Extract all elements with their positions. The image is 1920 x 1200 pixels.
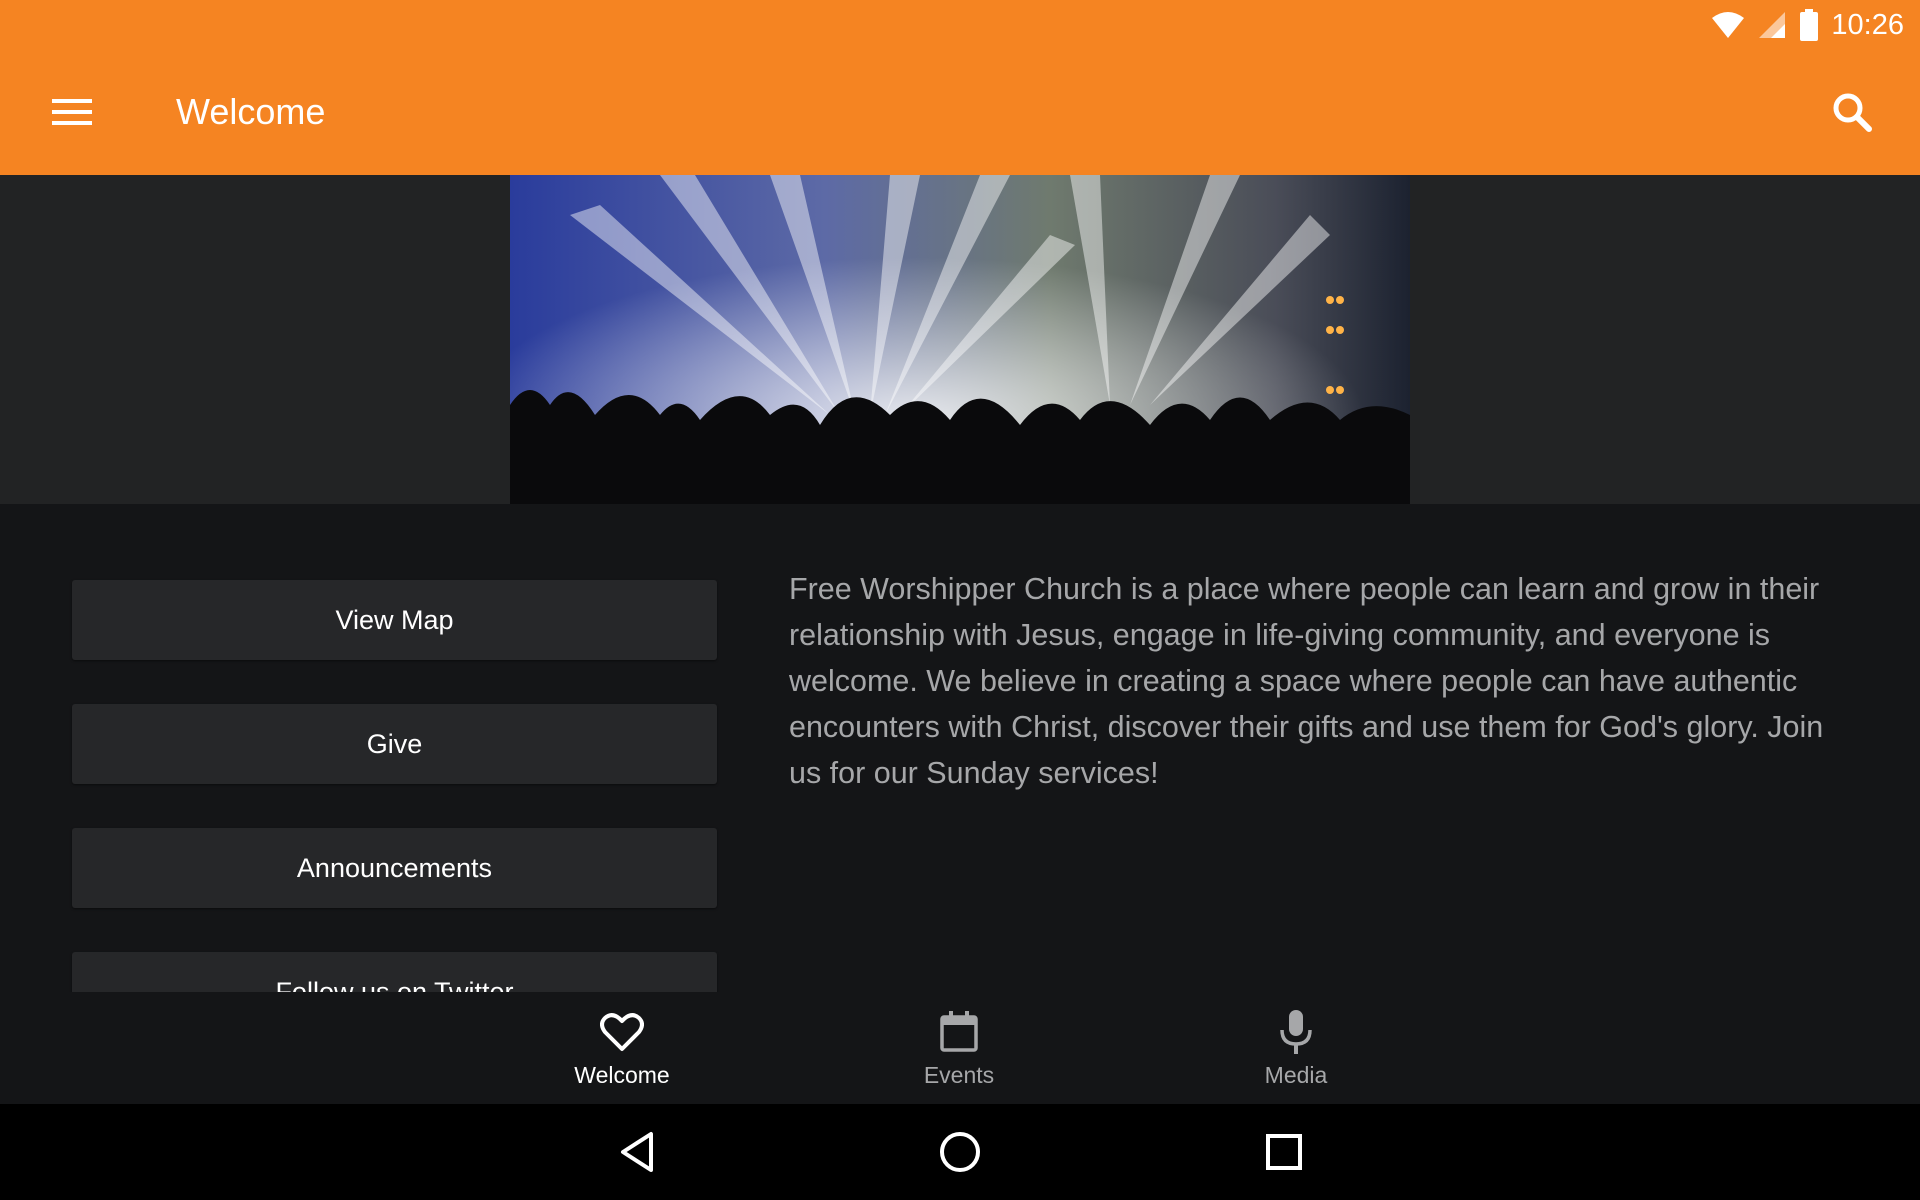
hamburger-menu-button[interactable] [44, 90, 100, 134]
page-title: Welcome [176, 91, 326, 132]
give-button[interactable]: Give [72, 704, 717, 784]
back-icon [621, 1132, 653, 1172]
battery-icon [1800, 9, 1819, 41]
tab-welcome-label: Welcome [574, 1062, 670, 1088]
tab-events-label: Events [923, 1062, 995, 1088]
banner-image [510, 175, 1410, 504]
tab-events[interactable]: Events [859, 992, 1059, 1104]
hamburger-menu-icon [52, 99, 92, 125]
status-time: 10:26 [1831, 8, 1904, 41]
view-map-button[interactable]: View Map [72, 580, 717, 660]
action-button-list: View Map Give Announcements Follow us on… [72, 580, 717, 992]
welcome-content: View Map Give Announcements Follow us on… [0, 504, 1920, 992]
microphone-icon [1280, 1010, 1312, 1054]
app-bar: 10:26 Welcome [0, 0, 1920, 175]
recents-button[interactable] [1258, 1126, 1310, 1178]
tab-media-label: Media [1264, 1062, 1328, 1088]
heart-icon [600, 1013, 644, 1051]
tab-welcome[interactable]: Welcome [522, 992, 722, 1104]
home-button[interactable] [934, 1126, 986, 1178]
recents-icon [1266, 1134, 1302, 1170]
follow-twitter-button[interactable]: Follow us on Twitter [72, 952, 717, 992]
search-button[interactable] [1826, 88, 1878, 136]
bottom-navigation: Welcome Events Media [0, 992, 1920, 1104]
system-navigation-bar [0, 1104, 1920, 1200]
church-description: Free Worshipper Church is a place where … [789, 572, 1824, 790]
calendar-icon [940, 1011, 978, 1052]
tab-media[interactable]: Media [1196, 992, 1396, 1104]
home-icon [940, 1132, 980, 1172]
back-button[interactable] [611, 1126, 663, 1178]
wifi-icon [1712, 12, 1745, 38]
search-icon [1833, 93, 1872, 132]
announcements-button[interactable]: Announcements [72, 828, 717, 908]
cell-signal-icon [1759, 12, 1786, 38]
status-bar: 10:26 [1711, 8, 1904, 42]
